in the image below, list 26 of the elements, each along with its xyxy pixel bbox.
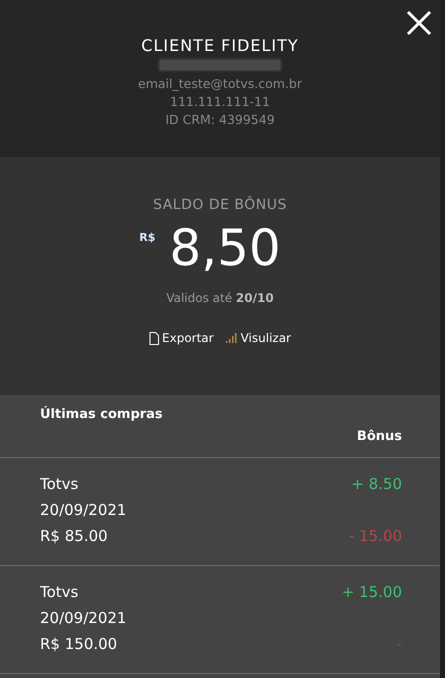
- purchases-heading: Últimas compras: [40, 407, 163, 424]
- bonus-earned: + 8.50: [351, 474, 402, 495]
- document-icon: [149, 332, 160, 344]
- store-name: Totvs: [40, 474, 78, 495]
- balance-value: 8,50: [169, 219, 281, 277]
- client-crm-id: ID CRM: 4399549: [165, 111, 275, 129]
- signal-bars-icon: [226, 333, 238, 343]
- store-name: Totvs: [40, 582, 78, 603]
- bonus-redeemed: -: [396, 634, 402, 655]
- bonus-earned: + 15.00: [342, 582, 402, 603]
- bonus-heading: Bônus: [356, 429, 402, 446]
- client-title: CLIENTE FIDELITY: [141, 36, 299, 55]
- view-button[interactable]: Visulizar: [226, 331, 291, 345]
- purchase-date: 20/09/2021: [40, 500, 126, 521]
- purchase-date: 20/09/2021: [40, 608, 126, 629]
- close-icon: [406, 10, 432, 36]
- purchase-amount: R$ 150.00: [40, 634, 118, 655]
- bonus-redeemed: - 15.00: [348, 526, 402, 547]
- export-button[interactable]: Exportar: [149, 331, 214, 345]
- purchase-amount: R$ 85.00: [40, 526, 108, 547]
- validity-text: Validos até 20/10: [166, 291, 274, 305]
- client-email: email_teste@totvs.com.br: [138, 75, 302, 93]
- currency-symbol: R$: [139, 231, 156, 244]
- close-button[interactable]: [406, 10, 432, 36]
- balance-label: SALDO DE BÔNUS: [153, 197, 287, 213]
- client-document: 111.111.111-11: [170, 93, 270, 111]
